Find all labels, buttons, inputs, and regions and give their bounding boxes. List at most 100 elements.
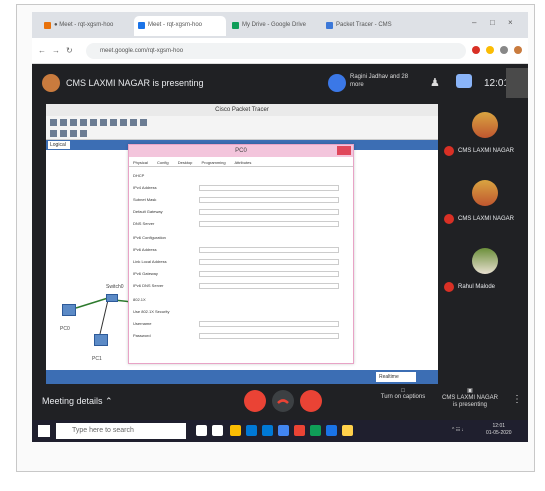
field-label: Link Local Address — [133, 259, 167, 264]
meet-header: CMS LAXMI NAGAR is presenting Ragini Jad… — [32, 64, 528, 104]
maximize-icon[interactable]: □ — [490, 18, 495, 27]
device-label: Switch0 — [106, 284, 124, 290]
end-call-button[interactable] — [272, 390, 294, 412]
status-bar: Realtime — [46, 370, 438, 384]
reload-icon[interactable]: ↻ — [66, 46, 73, 55]
taskbar-search-input[interactable]: Type here to search — [56, 423, 186, 439]
undo-icon[interactable] — [110, 119, 117, 126]
address-bar[interactable]: meet.google.com/rqt-xgsm-hoo — [86, 43, 466, 59]
field-label: DHCP — [133, 173, 145, 178]
tab-logical[interactable]: Logical — [48, 141, 70, 149]
file-explorer-icon[interactable] — [230, 425, 241, 436]
forward-icon[interactable]: → — [52, 46, 60, 55]
gateway-field[interactable] — [199, 209, 339, 215]
store-icon[interactable] — [246, 425, 257, 436]
participant-avatar — [444, 214, 454, 224]
tracer-favicon-icon — [326, 22, 333, 29]
field-label: IPv6 DNS Server — [133, 283, 164, 288]
toolbar — [46, 116, 438, 140]
subnet-mask-field[interactable] — [199, 197, 339, 203]
realtime-mode[interactable]: Realtime — [376, 372, 416, 382]
browser-tab[interactable]: Packet Tracer - CMS — [322, 16, 414, 36]
taskbar-clock[interactable]: 12:01 01-05-2020 — [486, 423, 512, 437]
redo-icon[interactable] — [120, 119, 127, 126]
joined-text: Ragini Jadhav and 28 more — [350, 74, 409, 88]
chrome-icon[interactable] — [278, 425, 289, 436]
tab-config[interactable]: Config — [157, 160, 169, 165]
paste-icon[interactable] — [100, 119, 107, 126]
pc-device-icon[interactable] — [94, 334, 108, 346]
delete-icon[interactable] — [80, 130, 87, 137]
ipv4-address-field[interactable] — [199, 185, 339, 191]
participant-avatar — [444, 146, 454, 156]
tab-physical[interactable]: Physical — [133, 160, 148, 165]
field-label: IPv6 Configuration — [133, 235, 166, 240]
print-icon[interactable] — [80, 119, 87, 126]
presentation-button[interactable]: ▣ CMS LAXMI NAGAR is presenting — [440, 388, 500, 409]
tab-programming[interactable]: Programming — [202, 160, 226, 165]
browser-tab[interactable]: My Drive - Google Drive — [228, 16, 320, 36]
close-icon[interactable]: × — [508, 18, 513, 27]
participant-tile[interactable]: Rahul Malode — [444, 248, 524, 304]
tab-attributes[interactable]: Attributes — [234, 160, 251, 165]
open-icon[interactable] — [60, 119, 67, 126]
mic-off-icon[interactable] — [244, 390, 266, 412]
app-icon[interactable] — [326, 425, 337, 436]
ipv6-address-field[interactable] — [199, 247, 339, 253]
app-icon[interactable] — [294, 425, 305, 436]
device-label: PC0 — [60, 326, 70, 332]
zoom-in-icon[interactable] — [130, 119, 137, 126]
minimize-icon[interactable]: – — [472, 18, 476, 27]
link-line — [99, 299, 109, 335]
field-label: Use 802.1X Security — [133, 309, 170, 314]
pc-device-icon[interactable] — [62, 304, 76, 316]
app-icon[interactable] — [310, 425, 321, 436]
self-view-tile[interactable] — [506, 68, 528, 98]
move-icon[interactable] — [60, 130, 67, 137]
browser-tab-active[interactable]: Meet - rqt-xgsm-hoo — [134, 16, 226, 36]
app-icon[interactable] — [342, 425, 353, 436]
new-icon[interactable] — [50, 119, 57, 126]
meeting-details-button[interactable]: Meeting details ⌃ — [42, 396, 113, 407]
switch-device-icon[interactable] — [106, 294, 118, 302]
dns-server-field[interactable] — [199, 221, 339, 227]
link-line — [75, 297, 109, 309]
meeting-details-label: Meeting details — [42, 396, 103, 406]
captions-label: Turn on captions — [380, 394, 426, 400]
windows-start-icon[interactable] — [38, 425, 50, 437]
browser-tab[interactable]: ● Meet - rqt-xgsm-hoo — [40, 16, 132, 36]
link-local-field[interactable] — [199, 259, 339, 265]
field-label: Default Gateway — [133, 209, 163, 214]
system-tray[interactable]: ^ ☷ ♩ — [452, 427, 467, 433]
camera-off-icon[interactable] — [300, 390, 322, 412]
ipv6-dns-field[interactable] — [199, 283, 339, 289]
zoom-out-icon[interactable] — [140, 119, 147, 126]
mail-icon[interactable] — [262, 425, 273, 436]
star-icon[interactable] — [486, 46, 494, 54]
task-view-icon[interactable] — [212, 425, 223, 436]
people-icon[interactable]: ♟ — [430, 76, 440, 89]
save-icon[interactable] — [70, 119, 77, 126]
username-field[interactable] — [199, 321, 339, 327]
select-icon[interactable] — [50, 130, 57, 137]
extension-icon[interactable] — [472, 46, 480, 54]
chat-icon[interactable] — [456, 74, 472, 88]
captions-button[interactable]: □ Turn on captions — [378, 388, 428, 400]
window-title: Cisco Packet Tracer — [46, 104, 438, 116]
dialog-tabs: Physical Config Desktop Programming Attr… — [129, 157, 353, 167]
note-icon[interactable] — [70, 130, 77, 137]
close-icon[interactable] — [337, 146, 351, 155]
more-options-icon[interactable]: ⋮ — [512, 394, 522, 405]
participant-name: CMS LAXMI NAGAR — [458, 216, 515, 222]
back-icon[interactable]: ← — [38, 46, 46, 55]
tab-desktop[interactable]: Desktop — [178, 160, 193, 165]
cortana-icon[interactable] — [196, 425, 207, 436]
extension-icon[interactable] — [500, 46, 508, 54]
password-field[interactable] — [199, 333, 339, 339]
participant-tile[interactable]: CMS LAXMI NAGAR — [444, 112, 524, 168]
participant-name: CMS LAXMI NAGAR — [458, 148, 515, 154]
profile-avatar[interactable] — [514, 46, 522, 54]
ipv6-gateway-field[interactable] — [199, 271, 339, 277]
copy-icon[interactable] — [90, 119, 97, 126]
participant-tile[interactable]: CMS LAXMI NAGAR — [444, 180, 524, 236]
